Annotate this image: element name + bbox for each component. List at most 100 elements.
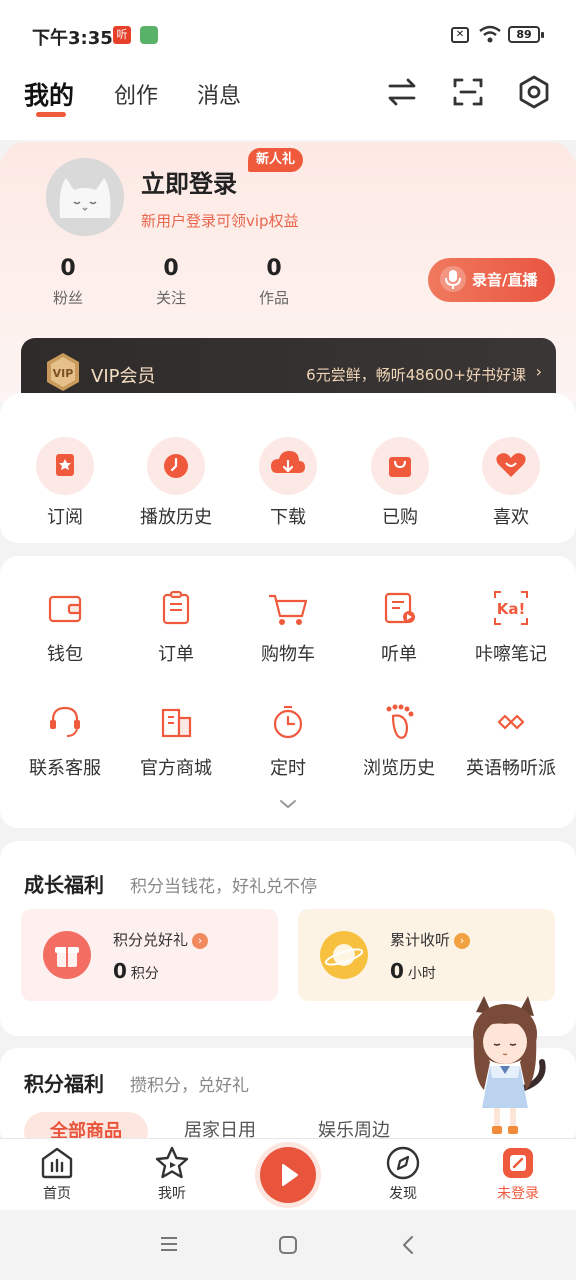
download-icon (259, 437, 317, 495)
service-label: 钱包 (47, 644, 83, 665)
stat-label: 粉丝 (52, 289, 83, 307)
quick-purchased[interactable]: 已购 (350, 437, 450, 529)
points-exchange-card[interactable]: 积分兑好礼 › 0 积分 (21, 909, 278, 1001)
record-live-label: 录音/直播 (472, 271, 538, 289)
app-notification-icon-2 (140, 26, 158, 44)
service-label: 浏览历史 (363, 758, 435, 779)
wifi-icon (479, 25, 501, 43)
points-exchange-label: 积分兑好礼 (113, 931, 189, 949)
play-button[interactable] (260, 1147, 316, 1203)
tab-mine[interactable]: 我的 (24, 76, 74, 112)
points-subtitle: 攒积分，兑好礼 (130, 1076, 249, 1096)
service-timer[interactable]: 定时 (232, 702, 344, 780)
mascot-girl-icon[interactable] (462, 992, 548, 1140)
record-live-button[interactable]: 录音/直播 (428, 258, 555, 302)
service-english-listening[interactable]: 英语畅听派 (455, 702, 567, 780)
quick-label: 播放历史 (140, 507, 212, 528)
points-exchange-title: 积分兑好礼 › (113, 929, 209, 950)
wallet-icon (48, 595, 82, 623)
home-square-icon[interactable] (278, 1235, 298, 1255)
service-label: 官方商城 (140, 758, 212, 779)
tab-create[interactable]: 创作 (114, 78, 158, 110)
quick-subscribe[interactable]: 订阅 (15, 437, 115, 529)
settings-icon[interactable] (516, 74, 552, 110)
vip-logo-text: VIP (53, 367, 74, 380)
stat-works[interactable]: 0 作品 (234, 256, 314, 308)
service-customer-service[interactable]: 联系客服 (9, 702, 121, 780)
login-subtitle[interactable]: 新用户登录可领vip权益 (141, 210, 299, 231)
profile-tab-icon (503, 1148, 533, 1178)
orders-icon (162, 591, 190, 625)
nav-not-logged-in[interactable]: 未登录 (478, 1145, 558, 1203)
listening-hours-label: 累计收听 (390, 931, 451, 949)
service-browse-history[interactable]: 浏览历史 (343, 702, 455, 780)
service-notes[interactable]: Ka! 咔嚓笔记 (455, 588, 567, 666)
service-official-mall[interactable]: 官方商城 (120, 702, 232, 780)
nav-label: 首页 (43, 1186, 71, 1202)
service-label: 订单 (158, 644, 194, 665)
stat-label: 作品 (258, 289, 289, 307)
service-label: 购物车 (261, 644, 315, 665)
status-bar: 下午3:35 听 ✕ 89 (0, 0, 576, 70)
quick-play-history[interactable]: 播放历史 (126, 437, 226, 529)
quick-label: 喜欢 (493, 507, 529, 528)
service-orders[interactable]: 订单 (120, 588, 232, 666)
listening-hours-title: 累计收听 › (390, 929, 471, 950)
app-notification-icon: 听 (113, 26, 131, 44)
switch-icon[interactable] (384, 74, 420, 110)
stat-followers[interactable]: 0 粉丝 (28, 256, 108, 308)
play-icon (282, 1164, 298, 1186)
system-nav-bar (0, 1210, 576, 1280)
points-value-wrap: 0 积分 (113, 959, 159, 983)
menu-icon[interactable] (158, 1235, 180, 1253)
subscribe-icon (36, 437, 94, 495)
quick-label: 已购 (382, 507, 418, 528)
hours-unit: 小时 (407, 966, 436, 982)
service-playlist[interactable]: 听单 (343, 588, 455, 666)
nav-home[interactable]: 首页 (17, 1145, 97, 1203)
service-cart[interactable]: 购物车 (232, 588, 344, 666)
listening-hours-card[interactable]: 累计收听 › 0 小时 (298, 909, 555, 1001)
services-card: 钱包 订单 购物车 听单 Ka! 咔嚓笔记 联系客服 官方商城 定时 浏览历史 … (0, 556, 576, 828)
sim-icon: ✕ (451, 27, 469, 43)
star-play-icon (155, 1146, 189, 1179)
stat-label: 关注 (155, 289, 186, 307)
newbie-gift-badge: 新人礼 (248, 148, 304, 172)
status-time: 下午3:35 (32, 28, 113, 49)
avatar[interactable] (46, 158, 124, 236)
compass-icon (386, 1146, 420, 1180)
vip-title: VIP会员 (91, 366, 156, 387)
scan-icon[interactable] (450, 74, 486, 110)
quick-actions-card: 订阅 播放历史 下载 已购 喜欢 (0, 393, 576, 543)
headset-icon (50, 706, 80, 737)
nav-label: 未登录 (497, 1186, 539, 1202)
login-title[interactable]: 立即登录 (141, 164, 237, 199)
chevron-down-icon[interactable] (278, 798, 298, 810)
shopping-cart-icon (269, 594, 308, 625)
quick-download[interactable]: 下载 (238, 437, 338, 529)
quick-favorites[interactable]: 喜欢 (461, 437, 561, 529)
hours-value: 0 (390, 959, 404, 983)
service-wallet[interactable]: 钱包 (9, 588, 121, 666)
footprint-icon (386, 704, 414, 739)
nav-my-listen[interactable]: 我听 (132, 1145, 212, 1203)
infinity-icon (497, 714, 525, 730)
mall-building-icon (161, 708, 192, 738)
gift-icon (43, 931, 91, 979)
nav-discover[interactable]: 发现 (363, 1145, 443, 1203)
stat-value: 0 (60, 256, 76, 281)
top-nav: 我的 创作 消息 (0, 70, 576, 140)
home-icon (41, 1147, 73, 1179)
cat-avatar-icon (46, 158, 124, 236)
back-icon[interactable] (400, 1234, 416, 1256)
stat-value: 0 (163, 256, 179, 281)
tab-messages[interactable]: 消息 (197, 78, 241, 110)
points-value: 0 (113, 959, 127, 983)
stat-following[interactable]: 0 关注 (131, 256, 211, 308)
vip-arrow-icon: › (535, 362, 542, 381)
points-unit: 积分 (130, 966, 159, 982)
active-tab-indicator (36, 112, 66, 117)
planet-icon (320, 931, 368, 979)
hours-value-wrap: 0 小时 (390, 959, 436, 983)
points-title: 积分福利 (24, 1072, 104, 1096)
